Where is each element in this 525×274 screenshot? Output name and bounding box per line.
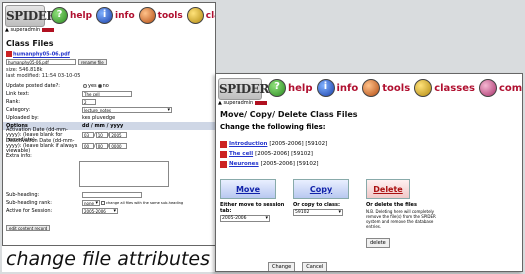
extra-info-row: Extra info:: [6, 152, 32, 159]
radio-yes[interactable]: [83, 83, 87, 88]
main-nav: ?help iinfo tools classes comms: [268, 79, 522, 97]
radio-no[interactable]: [97, 83, 102, 88]
category-row: Category: lecture_notes: [3, 106, 215, 114]
tools-icon: [362, 79, 381, 97]
deactivation-row: Deactivation Date (dd-mm-yyyy): (leave b…: [3, 138, 215, 153]
activation-month[interactable]: 10: [95, 132, 108, 138]
class-files-window: SPIDER ▲ superadmin ? help i info tools cl…: [2, 2, 216, 272]
comms-icon: [478, 79, 497, 97]
main-nav: ?help iinfo tools classes comms: [51, 7, 215, 24]
file-link-row: humanphy05-06.pdf: [3, 51, 215, 58]
file-meta: size: 546.818k last modified: 11:54 03-1…: [3, 65, 215, 79]
deactivation-day[interactable]: 00: [82, 143, 94, 149]
activation-year[interactable]: 2005: [109, 132, 128, 138]
subheading-row: Sub-heading:: [3, 191, 215, 199]
info-icon: i: [96, 7, 114, 24]
header: SPIDER ▲ superadmin ? help i info tools cl…: [216, 74, 522, 106]
nav-info[interactable]: i info: [96, 7, 135, 24]
classes-icon: [414, 79, 433, 97]
operations: Move Either move to session tab: 2005-20…: [216, 169, 522, 248]
delete-section: Delete Or delete the files N.B. Deleting…: [366, 179, 466, 248]
user-icon: ▲: [218, 100, 222, 106]
nav-tools[interactable]: tools: [138, 7, 183, 24]
pdf-icon: [220, 160, 227, 168]
subrank-select[interactable]: none: [82, 199, 100, 206]
spider-logo[interactable]: SPIDER: [5, 5, 56, 27]
uploaded-row: Uploaded by: kes pluvedge: [6, 114, 116, 121]
file-link[interactable]: Introduction: [229, 141, 267, 147]
list-item: Introduction [2005-2006] [59102]: [220, 139, 518, 149]
nav-help[interactable]: ? help: [268, 79, 313, 97]
nav-comms[interactable]: comms: [478, 79, 522, 97]
classes-icon: [186, 7, 204, 24]
user-bar: ▲ superadmin: [5, 27, 54, 33]
nav-classes[interactable]: classes: [186, 7, 215, 24]
nav-classes[interactable]: classes: [414, 79, 475, 97]
rank-input[interactable]: 2: [82, 98, 96, 105]
nav-tools[interactable]: tools: [362, 79, 410, 97]
move-copy-delete-window: SPIDER ▲ superadmin ? help i info tools cl…: [215, 73, 523, 272]
file-list: Introduction [2005-2006] [59102] The cel…: [216, 135, 522, 169]
copy-section: Copy Or copy to class: 59102: [293, 179, 366, 248]
copy-class-select[interactable]: 59102: [293, 209, 343, 216]
subrank-row: Sub-heading rank: none change all files …: [3, 199, 215, 207]
page-title: Move/ Copy/ Delete Class Files: [220, 110, 358, 119]
action-buttons: Change Cancel: [216, 253, 522, 271]
attributes-form: Update posted date?: yes no Link text: T…: [3, 82, 215, 234]
pdf-icon: [220, 150, 227, 158]
deactivation-year[interactable]: 0000: [109, 143, 128, 149]
nav-info[interactable]: i info: [316, 79, 358, 97]
delete-icon: Delete: [366, 179, 410, 199]
file-link[interactable]: Neurones: [229, 161, 259, 167]
session-select[interactable]: 2005-2006: [82, 207, 118, 214]
edit-record-button[interactable]: edit content record: [6, 224, 51, 231]
link-text-input[interactable]: The cell: [82, 90, 132, 97]
move-session-select[interactable]: 2005-2006: [220, 215, 270, 222]
user-badge: [254, 100, 267, 105]
category-select[interactable]: lecture_notes: [82, 106, 172, 113]
pdf-icon: [6, 51, 12, 57]
list-item: Neurones [2005-2006] [59102]: [220, 159, 518, 169]
uploaded-by-value: kes pluvedge: [82, 114, 116, 121]
file-link[interactable]: humanphy05-06.pdf: [13, 52, 70, 58]
username: superadmin: [223, 100, 254, 106]
deactivation-month[interactable]: 00: [95, 143, 108, 149]
header: SPIDER ▲ superadmin ? help i info tools cl…: [3, 3, 215, 35]
delete-button[interactable]: delete: [366, 238, 390, 248]
subheading-input[interactable]: [82, 191, 142, 198]
link-text-row: Link text: The cell: [3, 90, 215, 98]
user-badge: [41, 27, 54, 32]
page-title: Class Files: [6, 39, 54, 48]
user-bar: ▲ superadmin: [218, 100, 267, 106]
user-icon: ▲: [5, 27, 9, 33]
update-row: Update posted date?: yes no: [6, 82, 109, 89]
cancel-button[interactable]: Cancel: [302, 262, 328, 271]
file-link[interactable]: The cell: [229, 151, 253, 157]
info-icon: i: [316, 79, 335, 97]
subtitle: Change the following files:: [220, 123, 326, 131]
help-icon: ?: [268, 79, 286, 97]
copy-icon: Copy: [293, 179, 349, 199]
rename-button[interactable]: rename file: [78, 58, 107, 65]
spider-logo[interactable]: SPIDER: [218, 78, 269, 100]
rank-row: Rank: 2: [3, 98, 215, 106]
list-item: The cell [2005-2006] [59102]: [220, 149, 518, 159]
move-section: Move Either move to session tab: 2005-20…: [220, 179, 293, 248]
filename-input[interactable]: humanphy05-06.pdf: [6, 58, 76, 65]
file-modified: last modified: 11:54 03-10-05: [6, 72, 81, 79]
nav-help[interactable]: ? help: [51, 7, 92, 24]
help-icon: ?: [51, 7, 68, 24]
change-all-checkbox[interactable]: [101, 200, 105, 205]
username: superadmin: [10, 27, 41, 33]
extra-info-textarea[interactable]: [79, 160, 169, 187]
tools-icon: [138, 7, 156, 24]
move-icon: Move: [220, 179, 276, 199]
change-button[interactable]: Change: [268, 262, 296, 271]
pdf-icon: [220, 140, 227, 148]
caption: change file attributes: [2, 245, 216, 272]
activation-day[interactable]: 03: [82, 132, 94, 138]
session-row: Active for Session: 2005-2006: [3, 207, 215, 215]
